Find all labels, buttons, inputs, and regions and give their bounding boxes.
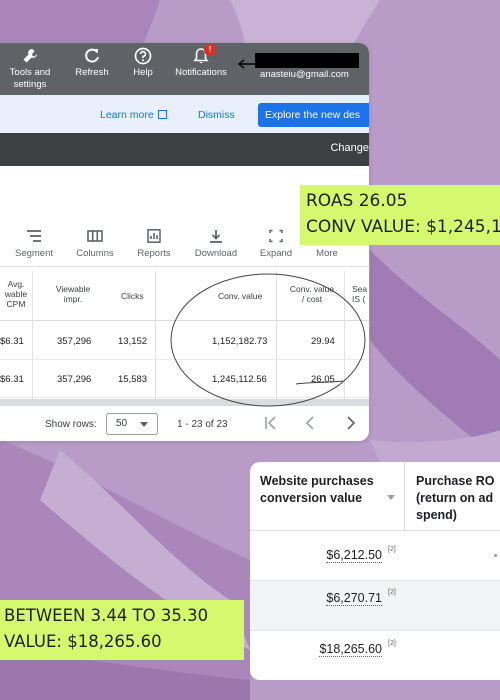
refresh-label: Refresh: [75, 67, 109, 78]
tools-label: Tools and: [9, 67, 51, 78]
refresh-button[interactable]: Refresh: [70, 47, 114, 79]
table-row[interactable]: $18,265.60 [2]: [250, 630, 500, 680]
columns-label: Columns: [76, 248, 114, 259]
conversion-value-cell[interactable]: $6,270.71: [326, 591, 382, 606]
pagination-footer: Show rows: 50 1 - 23 of 23: [0, 408, 369, 441]
cell-viewable-impr: 357,296: [57, 374, 92, 385]
redacted-account-name: [255, 53, 359, 68]
columns-icon: [87, 230, 103, 242]
explore-new-design-button[interactable]: Explore the new des: [258, 103, 369, 127]
notifications-button[interactable]: ! Notifications: [168, 44, 234, 79]
cell-avg-cpm: $6.31: [0, 374, 24, 385]
roas-callout: ROAS 26.05 CONV VALUE: $1,245,112.56: [300, 185, 500, 245]
segment-button[interactable]: Segment: [6, 229, 62, 259]
expand-icon: [269, 229, 283, 243]
segment-label: Segment: [14, 248, 54, 259]
previous-page-icon[interactable]: [304, 415, 316, 431]
dropdown-caret-icon: [140, 422, 148, 427]
table-row[interactable]: $6,212.50 [2]: [250, 530, 500, 580]
segment-icon: [27, 230, 41, 242]
conversion-value-cell[interactable]: $18,265.60: [319, 642, 382, 657]
reports-label: Reports: [137, 248, 171, 259]
wrench-icon: [21, 47, 39, 65]
help-button[interactable]: Help: [124, 47, 162, 79]
hand-drawn-circle-annotation: [170, 273, 366, 407]
column-header-website-purchases-conversion-value[interactable]: Website purchases conversion value: [260, 473, 390, 507]
rows-per-page-select[interactable]: 50: [106, 413, 158, 435]
learn-more-link[interactable]: Learn more: [100, 109, 167, 121]
account-email[interactable]: anasteiu@gmail.com: [260, 69, 349, 80]
cell-marker-dot: [494, 554, 497, 557]
dismiss-button[interactable]: Dismiss: [198, 109, 235, 121]
external-link-icon: [157, 110, 167, 119]
notifications-label: Notifications: [175, 67, 227, 78]
change-button[interactable]: Change: [330, 142, 369, 154]
roas-range-text: BETWEEN 3.44 TO 35.30: [4, 606, 209, 625]
rows-per-page-value: 50: [116, 418, 128, 429]
footnote-marker: [2]: [388, 546, 396, 553]
column-header-viewable-impr[interactable]: Viewable impr.: [50, 284, 96, 304]
website-purchases-table: Website purchases conversion value Purch…: [250, 462, 500, 680]
reports-icon: [147, 229, 161, 243]
learn-more-label: Learn more: [100, 109, 154, 121]
footnote-marker: [2]: [388, 589, 396, 596]
top-navigation-bar: Tools and settings Refresh Help ! Notifi…: [0, 43, 369, 95]
cell-avg-cpm: $6.31: [0, 336, 24, 347]
column-header-avg-cpm[interactable]: Avg. wable CPM: [4, 279, 28, 309]
dark-header-bar: Change: [0, 133, 369, 166]
bell-icon: !: [192, 44, 216, 65]
settings-label: settings: [13, 79, 47, 90]
help-label: Help: [133, 67, 153, 78]
column-header-purchase-roas[interactable]: Purchase RO (return on ad spend): [416, 473, 500, 524]
help-icon: [134, 47, 152, 65]
show-rows-label: Show rows:: [45, 419, 97, 430]
columns-button[interactable]: Columns: [67, 229, 123, 259]
sort-arrow-icon[interactable]: [387, 495, 395, 500]
refresh-icon: [83, 47, 101, 65]
table-row[interactable]: $6,270.71 [2]: [250, 580, 500, 630]
cell-viewable-impr: 357,296: [57, 336, 92, 347]
next-page-icon[interactable]: [345, 415, 357, 431]
first-page-icon[interactable]: [263, 415, 277, 431]
tools-and-settings-button[interactable]: Tools and settings: [6, 47, 54, 91]
download-icon: [210, 230, 222, 243]
page-range: 1 - 23 of 23: [177, 419, 228, 430]
cell-clicks: 15,583: [118, 374, 148, 385]
range-value-text: VALUE: $18,265.60: [4, 632, 162, 651]
cell-clicks: 13,152: [118, 336, 148, 347]
conv-value-text: CONV VALUE: $1,245,112.56: [306, 217, 500, 237]
notification-badge: !: [204, 44, 216, 56]
conversion-value-cell[interactable]: $6,212.50: [326, 548, 382, 563]
footnote-marker: [2]: [388, 640, 396, 647]
column-header-clicks[interactable]: Clicks: [121, 291, 144, 301]
roas-range-callout: BETWEEN 3.44 TO 35.30 VALUE: $18,265.60: [0, 600, 244, 660]
roas-text: ROAS 26.05: [306, 191, 408, 211]
new-design-banner: Learn more Dismiss Explore the new des: [0, 95, 369, 133]
